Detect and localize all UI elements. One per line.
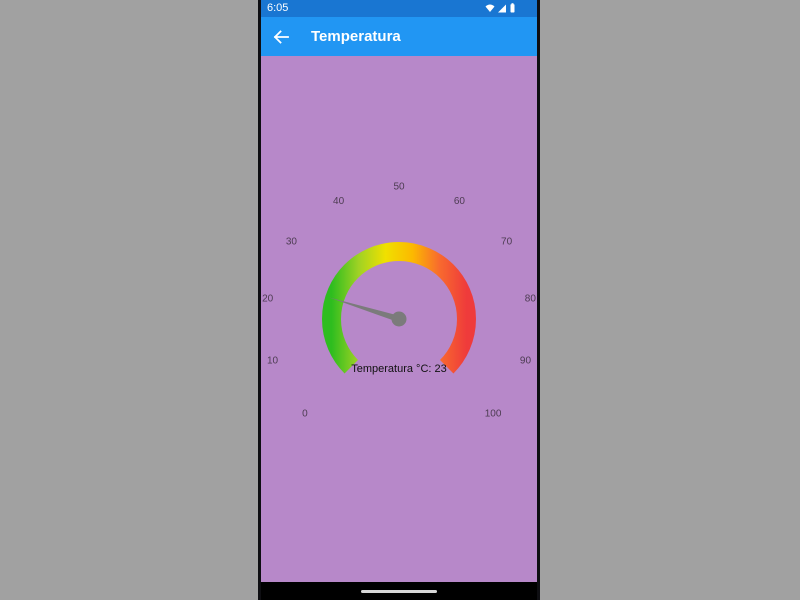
gauge-tick-label: 40 <box>333 196 345 207</box>
back-button[interactable] <box>269 25 293 49</box>
gauge-tick-label: 0 <box>302 409 308 420</box>
gauge-tick-label: 30 <box>286 236 298 247</box>
gauge-color-band <box>322 242 476 374</box>
app-screen: 6:05 Temperatura 0 10 20 30 40 50 60 70 … <box>261 0 537 600</box>
gauge-value-readout: Temperatura °C: 23 <box>351 363 447 375</box>
home-handle[interactable] <box>361 590 437 593</box>
battery-icon <box>510 3 515 13</box>
arrow-back-icon <box>273 30 289 44</box>
gauge-needle-hub <box>391 311 407 327</box>
gauge-tick-label: 60 <box>454 196 466 207</box>
gauge-tick-label: 70 <box>501 236 513 247</box>
status-time: 6:05 <box>267 2 289 14</box>
gauge-tick-label: 80 <box>525 294 537 305</box>
navigation-bar <box>261 582 537 600</box>
cellular-signal-icon <box>498 4 506 13</box>
app-bar: Temperatura <box>261 17 537 56</box>
gauge-tick-label: 50 <box>393 182 405 193</box>
gauge-arc-layer <box>322 242 476 374</box>
status-bar: 6:05 <box>261 0 537 17</box>
page-title: Temperatura <box>311 28 401 45</box>
wifi-icon <box>485 4 495 12</box>
gauge-tick-layer: 0102030405060708090100 <box>262 182 536 420</box>
gauge-tick-label: 100 <box>485 409 502 420</box>
content-area: 0 10 20 30 40 50 60 70 80 90 100 Temperatura °C: 2… <box>261 56 537 582</box>
gauge-tick-label: 20 <box>262 294 274 305</box>
temperature-gauge: 0102030405060708090100 <box>262 182 536 420</box>
status-icons <box>485 3 515 13</box>
